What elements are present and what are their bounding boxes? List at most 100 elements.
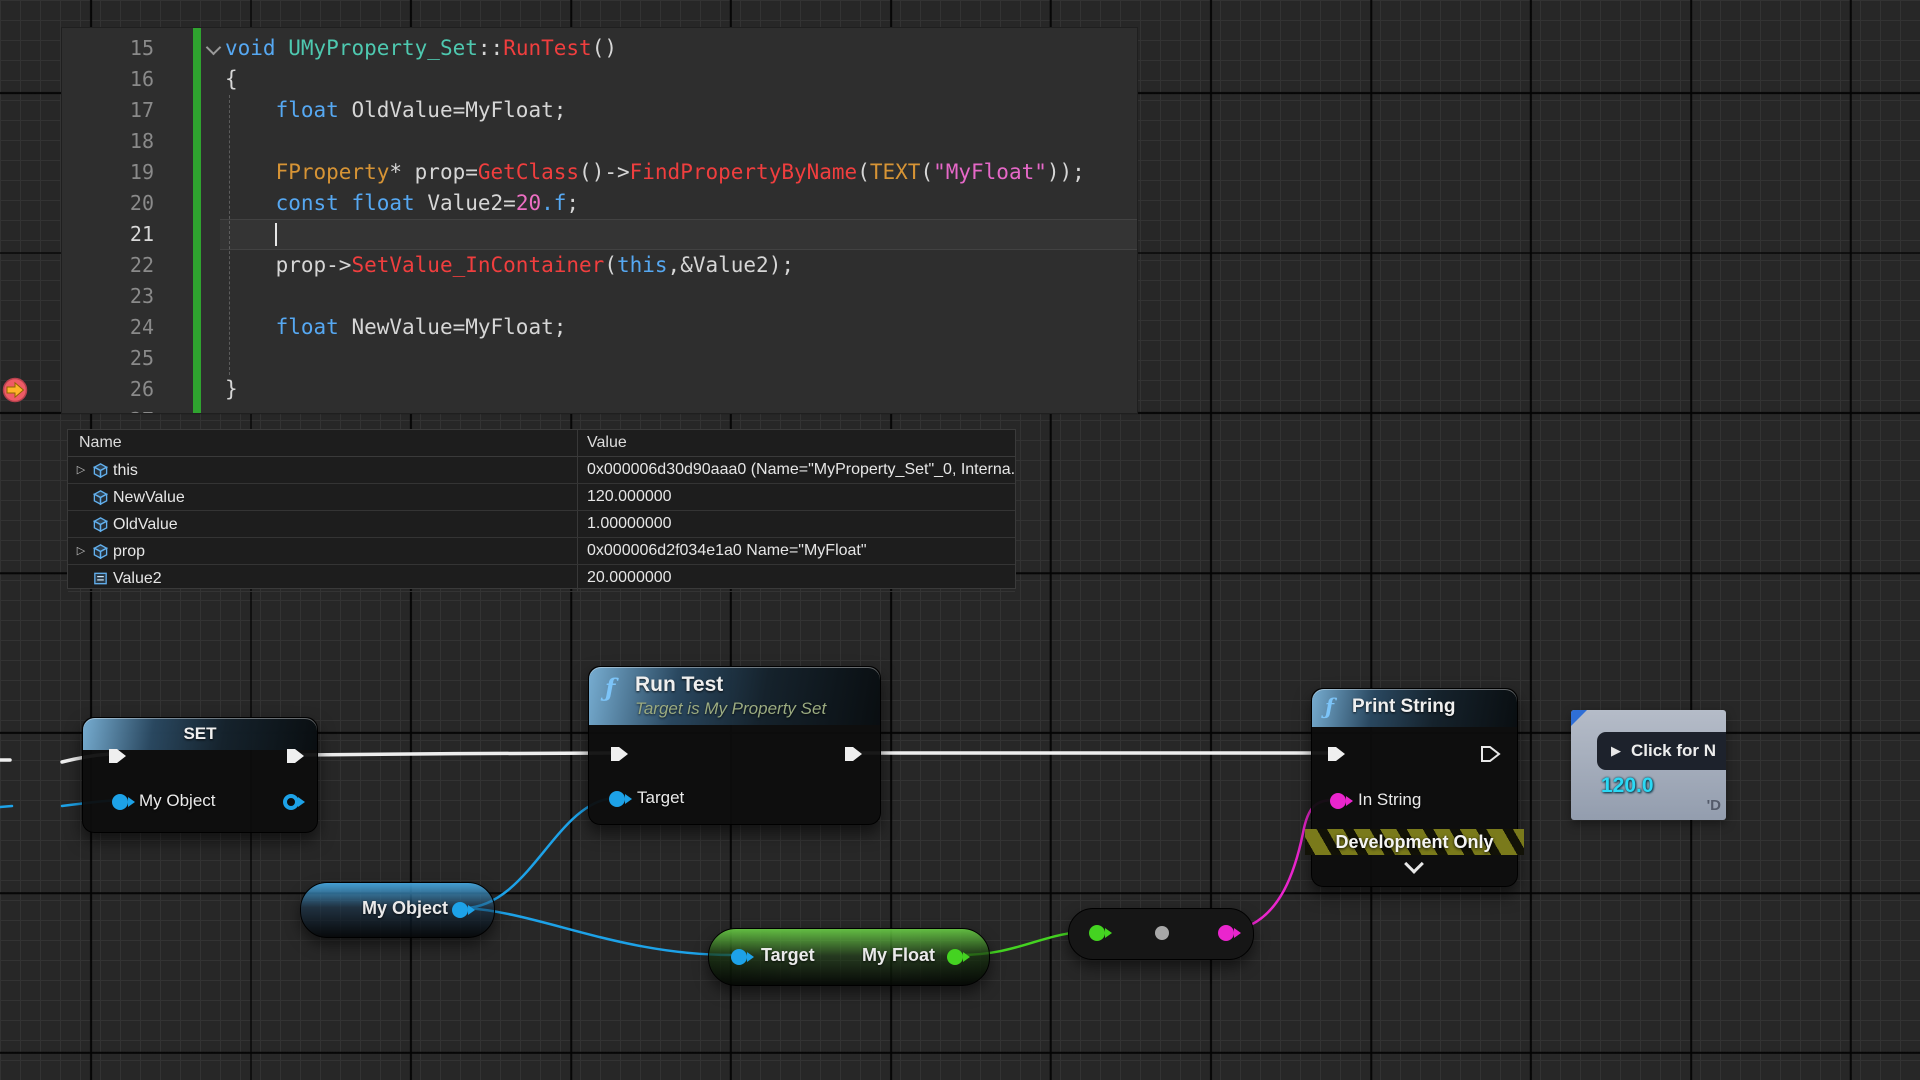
object-icon xyxy=(92,489,109,506)
exec-out-pin[interactable] xyxy=(284,745,306,767)
line-number[interactable]: 17 xyxy=(62,95,154,126)
node-my-object-getter[interactable]: My Object xyxy=(300,882,495,938)
expand-node-chevron-icon[interactable] xyxy=(1404,854,1424,874)
variable-name: this xyxy=(113,458,138,483)
exec-in-pin[interactable] xyxy=(1325,743,1347,765)
code-text: void UMyProperty_Set::RunTest() xyxy=(225,33,617,64)
node-print-string-header: ƒ Print String xyxy=(1312,689,1517,727)
watch-row[interactable]: ▷ this 0x000006d30d90aaa0 (Name="MyPropert… xyxy=(68,457,1015,484)
exec-out-pin[interactable] xyxy=(842,743,864,765)
float-input-pin[interactable] xyxy=(1089,925,1105,941)
function-icon: ƒ xyxy=(1325,694,1334,719)
field-icon xyxy=(92,570,109,587)
watch-row[interactable]: OldValue1.00000000 xyxy=(68,511,1015,538)
line-number[interactable]: 27 xyxy=(62,405,154,414)
node-run-test[interactable]: ƒ Run Test Target is My Property Set Tar… xyxy=(588,666,881,825)
code-text: { xyxy=(225,64,238,95)
code-editor[interactable]: 15 void UMyProperty_Set::RunTest()16 {17 f… xyxy=(61,27,1138,414)
watch-column-value[interactable]: Value xyxy=(577,430,1015,456)
click-for-more-label: Click for N xyxy=(1631,741,1716,761)
expand-arrow-icon[interactable]: ▷ xyxy=(74,458,88,483)
exec-out-pin[interactable] xyxy=(1479,743,1501,765)
object-output-pin[interactable] xyxy=(452,902,468,918)
line-number[interactable]: 18 xyxy=(62,126,154,157)
node-float-to-string-conversion[interactable] xyxy=(1068,908,1254,960)
watch-row[interactable]: Value2 20.0000000 xyxy=(68,565,1015,592)
exec-in-pin[interactable] xyxy=(608,743,630,765)
object-icon xyxy=(92,462,109,479)
node-run-test-header: ƒ Run Test Target is My Property Set xyxy=(589,667,880,725)
code-line[interactable]: 26} xyxy=(62,374,1137,405)
code-line[interactable]: 23 xyxy=(62,281,1137,312)
object-icon xyxy=(92,543,109,560)
object-output-pin[interactable] xyxy=(283,794,299,810)
bubble-faded-text: 'D xyxy=(1707,797,1721,814)
conversion-dot-icon xyxy=(1155,926,1169,940)
node-my-float-getter[interactable]: Target My Float xyxy=(708,928,990,986)
line-number[interactable]: 23 xyxy=(62,281,154,312)
code-line[interactable]: 16 { xyxy=(62,64,1137,95)
my-object-getter-label: My Object xyxy=(362,898,448,919)
line-number[interactable]: 15 xyxy=(62,33,154,64)
execution-pointer-icon xyxy=(2,377,28,403)
bubble-corner-fold-icon xyxy=(1571,710,1587,726)
string-output-pin[interactable] xyxy=(1218,925,1234,941)
watch-row[interactable]: NewValue120.000000 xyxy=(68,484,1015,511)
set-input-label: My Object xyxy=(139,791,216,811)
watch-window[interactable]: Name Value ▷ this 0x000006d30d90aaa0 (Name… xyxy=(67,429,1016,589)
target-input-pin[interactable] xyxy=(731,949,747,965)
expand-arrow-icon[interactable]: ▷ xyxy=(74,539,88,564)
code-text: } xyxy=(225,374,238,405)
node-print-string[interactable]: ƒ Print String In String Development Onl… xyxy=(1311,688,1518,887)
line-number[interactable]: 19 xyxy=(62,157,154,188)
node-set[interactable]: SET My Object xyxy=(82,717,318,833)
line-number[interactable]: 22 xyxy=(62,250,154,281)
watched-value: 120.0 xyxy=(1601,774,1654,798)
code-line[interactable]: 17 float OldValue=MyFloat; xyxy=(62,95,1137,126)
line-number[interactable]: 21 xyxy=(62,219,154,250)
text-caret xyxy=(275,223,277,246)
variable-name: Value2 xyxy=(113,566,162,591)
code-line[interactable]: 21 xyxy=(62,219,1137,250)
object-icon xyxy=(92,516,109,533)
code-line[interactable]: 24 float NewValue=MyFloat; xyxy=(62,312,1137,343)
line-number[interactable]: 26 xyxy=(62,374,154,405)
code-line[interactable]: 25 xyxy=(62,343,1137,374)
in-string-pin[interactable] xyxy=(1330,793,1346,809)
code-line[interactable]: 27 xyxy=(62,405,1137,414)
in-string-label: In String xyxy=(1358,790,1421,810)
watch-header-row: Name Value xyxy=(68,430,1015,457)
line-number[interactable]: 24 xyxy=(62,312,154,343)
code-line[interactable]: 15 void UMyProperty_Set::RunTest() xyxy=(62,33,1137,64)
variable-value: 20.0000000 xyxy=(577,565,1015,591)
code-line[interactable]: 22 prop->SetValue_InContainer(this,&Valu… xyxy=(62,250,1137,281)
code-text: float NewValue=MyFloat; xyxy=(225,312,566,343)
line-number[interactable]: 20 xyxy=(62,188,154,219)
development-only-banner: Development Only xyxy=(1305,829,1524,855)
run-test-target-label: Target xyxy=(637,788,684,808)
variable-value: 0x000006d2f034e1a0 Name="MyFloat" xyxy=(577,538,1015,564)
watch-row[interactable]: ▷prop0x000006d2f034e1a0 Name="MyFloat" xyxy=(68,538,1015,565)
watch-column-name[interactable]: Name xyxy=(68,430,577,456)
my-float-output-label: My Float xyxy=(862,945,935,966)
line-number[interactable]: 16 xyxy=(62,64,154,95)
variable-name: NewValue xyxy=(113,485,185,510)
exec-in-pin[interactable] xyxy=(106,745,128,767)
code-line[interactable]: 19 FProperty* prop=GetClass()->FindPrope… xyxy=(62,157,1137,188)
function-icon: ƒ xyxy=(605,673,615,702)
blueprint-debug-screen: SET My Object ƒ Run Test Target is My Pr… xyxy=(0,0,1920,1080)
object-input-pin[interactable] xyxy=(112,794,128,810)
code-lines[interactable]: 15 void UMyProperty_Set::RunTest()16 {17 f… xyxy=(62,33,1137,414)
click-for-more-button[interactable]: ▶ Click for N xyxy=(1597,732,1726,770)
my-float-target-label: Target xyxy=(761,945,815,966)
debug-value-bubble[interactable]: ▶ Click for N 120.0 'D xyxy=(1571,710,1726,820)
code-line[interactable]: 18 xyxy=(62,126,1137,157)
play-icon: ▶ xyxy=(1611,743,1621,759)
variable-value: 0x000006d30d90aaa0 (Name="MyProperty_Set… xyxy=(577,457,1015,483)
line-number[interactable]: 25 xyxy=(62,343,154,374)
code-text: prop->SetValue_InContainer(this,&Value2)… xyxy=(225,250,794,281)
code-line[interactable]: 20 const float Value2=20.f; xyxy=(62,188,1137,219)
target-input-pin[interactable] xyxy=(609,791,625,807)
float-output-pin[interactable] xyxy=(947,949,963,965)
node-run-test-title: Run Test xyxy=(635,673,723,697)
